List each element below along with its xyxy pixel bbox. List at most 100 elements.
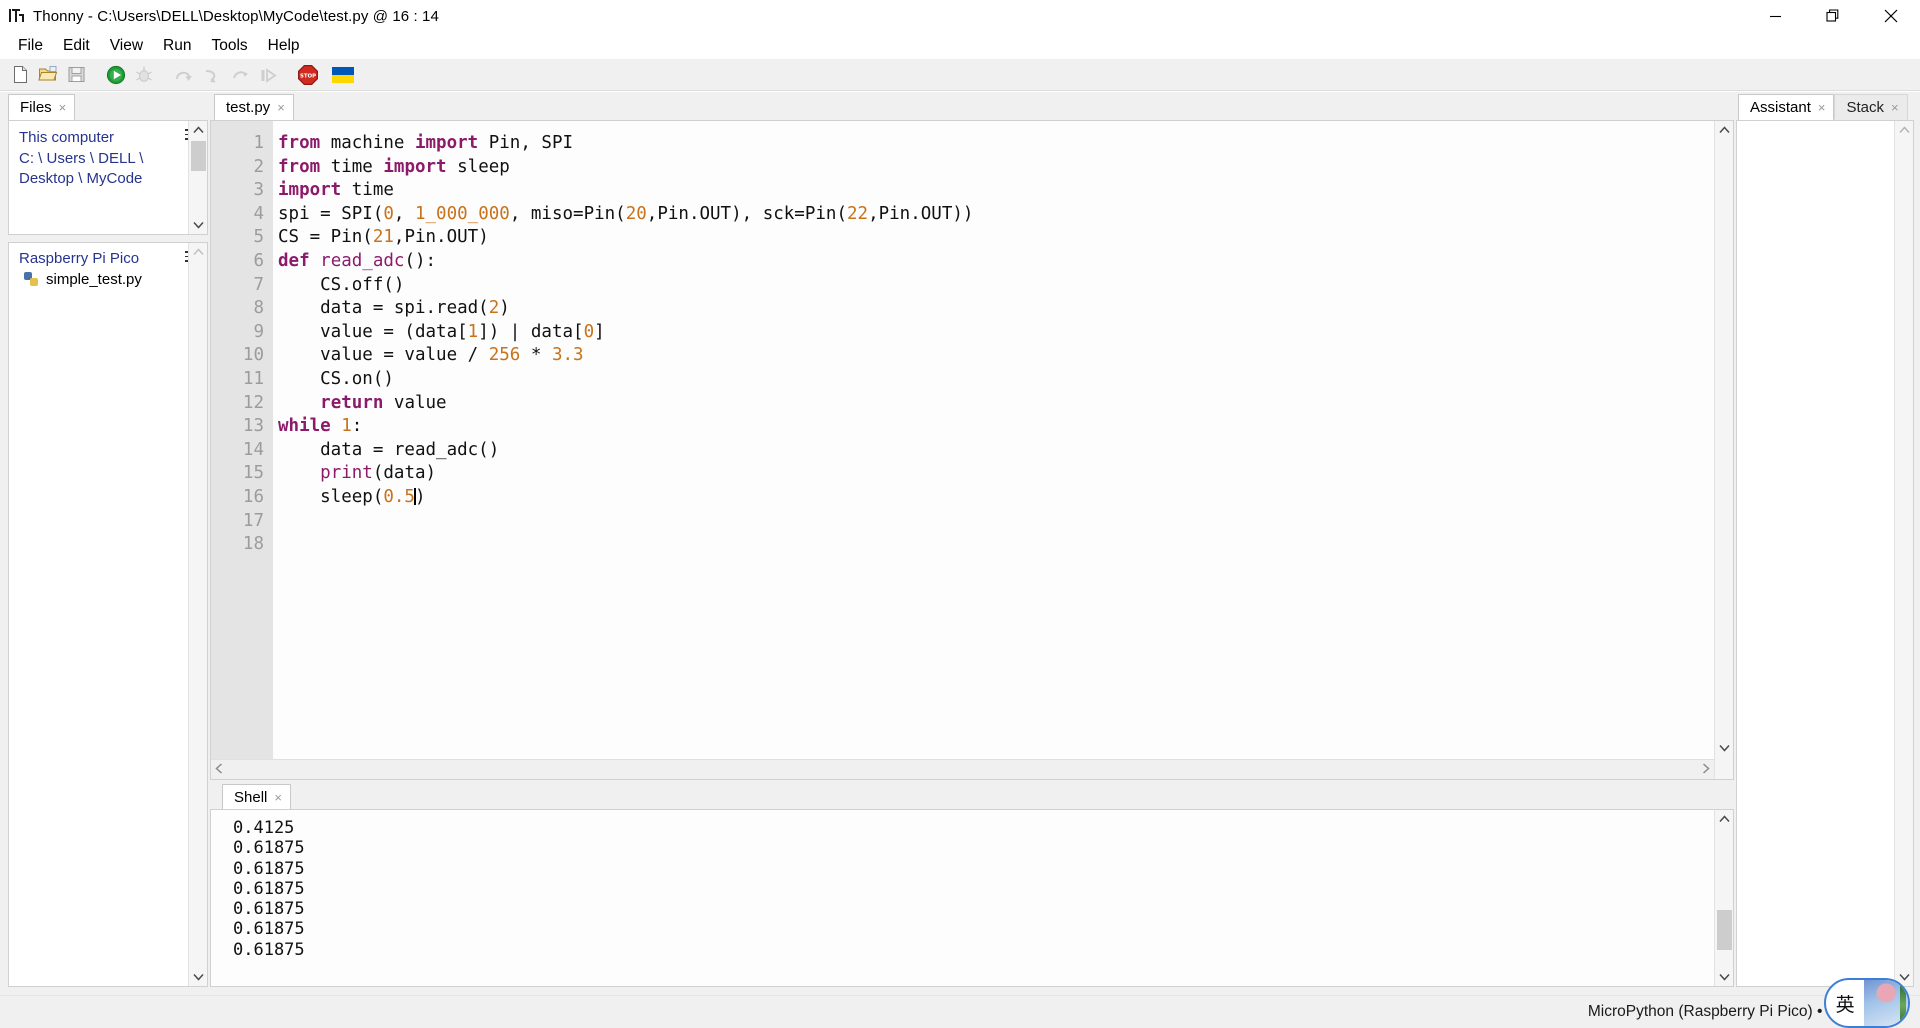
code-line-2: from time import sleep <box>278 156 510 177</box>
ime-indicator[interactable]: 英 <box>1824 978 1910 1028</box>
ime-avatar-icon <box>1864 980 1908 1026</box>
editor-panel: test.py × 1 2 3 4 5 6 7 8 9 10 11 12 13 … <box>210 92 1734 995</box>
debug-icon[interactable] <box>131 62 157 88</box>
files-scroll-thumb[interactable] <box>191 141 206 171</box>
menu-tools[interactable]: Tools <box>201 35 257 57</box>
chevron-right-icon[interactable] <box>1702 761 1710 779</box>
tab-test-py[interactable]: test.py × <box>214 94 294 120</box>
line-number: 8 <box>253 298 264 319</box>
line-number: 14 <box>242 439 264 460</box>
this-computer-label[interactable]: This computer <box>19 128 197 149</box>
stop-icon[interactable]: STOP <box>295 62 321 88</box>
tab-files[interactable]: Files × <box>8 94 76 120</box>
line-number: 4 <box>253 203 264 224</box>
code-line-11: CS.on() <box>278 368 394 389</box>
tab-stack-label: Stack <box>1846 99 1884 116</box>
chevron-up-icon[interactable] <box>189 243 207 261</box>
chevron-down-icon[interactable] <box>1715 739 1733 757</box>
menu-help[interactable]: Help <box>258 35 310 57</box>
tab-files-close-icon[interactable]: × <box>59 100 67 115</box>
this-computer-box: This computer C: \ Users \ DELL \ Deskto… <box>8 120 208 235</box>
minimize-button[interactable] <box>1746 0 1804 32</box>
assistant-scrollbar[interactable] <box>1894 121 1913 986</box>
svg-text:STOP: STOP <box>300 73 316 79</box>
menu-file[interactable]: File <box>8 35 53 57</box>
tab-stack[interactable]: Stack × <box>1834 94 1908 120</box>
shell-line: 0.61875 <box>233 878 305 899</box>
shell-line: 0.61875 <box>233 939 305 960</box>
tab-assistant[interactable]: Assistant × <box>1738 94 1835 120</box>
open-file-icon[interactable] <box>35 62 61 88</box>
line-number: 5 <box>253 227 264 248</box>
chevron-up-icon[interactable] <box>189 121 207 139</box>
ukraine-flag-icon[interactable] <box>330 62 356 88</box>
save-file-icon[interactable] <box>63 62 89 88</box>
tab-assistant-close-icon[interactable]: × <box>1818 100 1826 115</box>
shell-line: 0.61875 <box>233 919 305 940</box>
code-editor[interactable]: 1 2 3 4 5 6 7 8 9 10 11 12 13 14 15 16 1 <box>210 120 1734 780</box>
line-number: 16 <box>242 486 264 507</box>
code-line-16: sleep(0.5) <box>278 486 426 507</box>
shell-scrollbar[interactable] <box>1714 810 1733 986</box>
restore-button[interactable] <box>1804 0 1862 32</box>
shell-line: 0.61875 <box>233 838 305 859</box>
list-item[interactable]: simple_test.py <box>9 267 207 288</box>
code-line-9: value = (data[1]) | data[0] <box>278 321 605 342</box>
code-line-8: data = spi.read(2) <box>278 298 510 319</box>
editor-tab-row: test.py × <box>210 92 1734 120</box>
code-line-13: while 1: <box>278 416 363 437</box>
code-text-area[interactable]: from machine import Pin, SPI from time i… <box>273 121 1714 758</box>
tab-files-label: Files <box>20 99 52 116</box>
code-line-7: CS.off() <box>278 274 405 295</box>
tab-test-py-close-icon[interactable]: × <box>277 100 285 115</box>
pico-scrollbar[interactable] <box>188 243 207 986</box>
assistant-panel: Assistant × Stack × <box>1736 92 1920 995</box>
editor-vertical-scrollbar[interactable] <box>1714 121 1733 779</box>
chevron-left-icon[interactable] <box>215 761 223 779</box>
chevron-up-icon[interactable] <box>1715 121 1733 139</box>
tab-shell[interactable]: Shell × <box>222 784 291 810</box>
chevron-down-icon[interactable] <box>1715 968 1733 986</box>
status-bar: MicroPython (Raspberry Pi Pico) • Board … <box>0 995 1920 1028</box>
step-into-icon <box>199 62 225 88</box>
this-computer-path-line1[interactable]: C: \ Users \ DELL \ <box>19 149 197 170</box>
menu-run[interactable]: Run <box>153 35 201 57</box>
menu-view[interactable]: View <box>100 35 153 57</box>
chevron-down-icon[interactable] <box>189 216 207 234</box>
line-number: 6 <box>253 250 264 271</box>
shell-line: 0.4125 <box>233 818 295 838</box>
shell-panel[interactable]: 0.4125 0.61875 0.61875 0.61875 0.61875 0… <box>210 809 1734 987</box>
code-line-12: return value <box>320 392 447 413</box>
tab-assistant-label: Assistant <box>1750 99 1811 116</box>
this-computer-path-line2[interactable]: Desktop \ MyCode <box>19 169 197 190</box>
shell-line: 0.61875 <box>233 858 305 879</box>
files-scrollbar[interactable] <box>188 121 207 234</box>
new-file-icon[interactable] <box>7 62 33 88</box>
tab-stack-close-icon[interactable]: × <box>1891 100 1899 115</box>
assistant-content <box>1736 120 1914 987</box>
code-line-15: print(data) <box>320 463 437 484</box>
menu-edit[interactable]: Edit <box>53 35 100 57</box>
code-line-1: from machine import Pin, SPI <box>278 133 574 153</box>
resume-icon <box>255 62 281 88</box>
chevron-down-icon[interactable] <box>189 968 207 986</box>
python-file-icon <box>24 272 39 287</box>
file-name-label: simple_test.py <box>46 271 142 288</box>
tab-test-py-label: test.py <box>226 99 271 116</box>
pico-device-label[interactable]: Raspberry Pi Pico <box>19 250 197 267</box>
shell-scroll-thumb[interactable] <box>1717 910 1732 950</box>
close-button[interactable] <box>1862 0 1920 32</box>
title-bar: Thonny - C:\Users\DELL\Desktop\MyCode\te… <box>0 0 1920 32</box>
tab-shell-label: Shell <box>234 789 268 806</box>
shell-line: 0.61875 <box>233 899 305 920</box>
tab-shell-close-icon[interactable]: × <box>274 790 282 805</box>
chevron-up-icon[interactable] <box>1715 810 1733 828</box>
editor-horizontal-scrollbar[interactable] <box>211 759 1714 779</box>
assistant-tab-row: Assistant × Stack × <box>1736 92 1920 120</box>
shell-tab-row: Shell × <box>214 782 614 810</box>
ime-mode-label[interactable]: 英 <box>1826 990 1864 1017</box>
run-icon[interactable] <box>103 62 129 88</box>
chevron-up-icon[interactable] <box>1895 121 1913 139</box>
